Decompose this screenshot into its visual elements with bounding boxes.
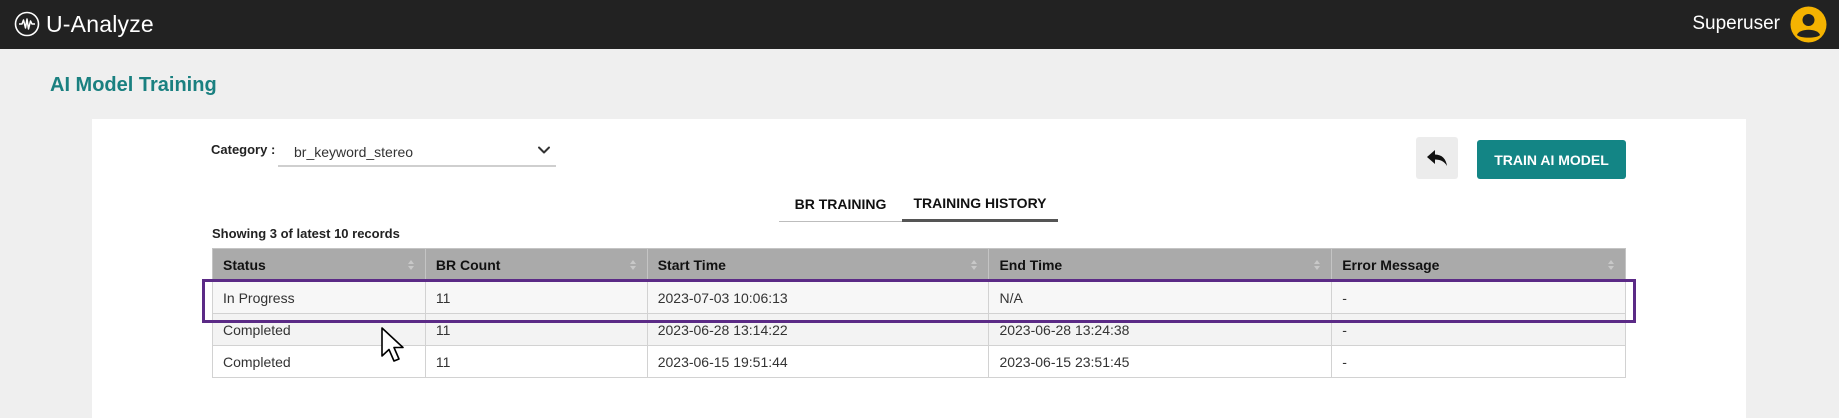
app-name: U-Analyze [46,10,154,37]
table-row[interactable]: Completed 11 2023-06-15 19:51:44 2023-06… [212,345,1626,378]
cell-start-time: 2023-06-15 19:51:44 [646,345,990,378]
mouse-pointer-icon [381,327,404,362]
train-ai-model-button[interactable]: TRAIN AI MODEL [1477,140,1626,179]
column-header-label: BR Count [435,257,501,273]
category-label: Category : [211,142,276,157]
cell-end-time: 2023-06-15 23:51:45 [988,345,1333,378]
back-button[interactable] [1416,137,1458,179]
category-select[interactable]: br_keyword_stereo [278,136,556,167]
column-header-label: Status [223,257,266,273]
cell-error-message: - [1331,345,1626,378]
user-avatar-icon[interactable] [1790,6,1827,43]
column-header-label: Error Message [1342,257,1440,273]
user-name: Superuser [1692,13,1780,34]
records-info: Showing 3 of latest 10 records [212,226,400,241]
sort-arrows-icon[interactable] [629,259,637,271]
top-bar: U-Analyze Superuser [0,0,1839,49]
sort-arrows-icon[interactable] [1313,259,1321,271]
column-header-br-count[interactable]: BR Count [424,248,648,282]
sort-arrows-icon[interactable] [1607,259,1615,271]
column-header-label: Start Time [657,257,726,273]
column-header-status[interactable]: Status [212,248,426,282]
tab-br-training[interactable]: BR TRAINING [779,186,902,222]
chevron-down-icon[interactable] [536,142,552,158]
tab-bar: BR TRAINING TRAINING HISTORY [779,186,1058,222]
waveform-circle-icon [14,11,40,37]
sort-arrows-icon[interactable] [407,259,415,271]
table-header-row: Status BR Count Start Time End Time Erro… [212,248,1626,282]
brand[interactable]: U-Analyze [14,10,154,38]
page-title: AI Model Training [50,74,217,96]
column-header-label: End Time [999,257,1063,273]
reply-arrow-icon [1427,150,1447,166]
tab-training-history[interactable]: TRAINING HISTORY [902,186,1058,222]
user-menu[interactable]: Superuser [1692,6,1827,42]
row-highlight-box [202,279,1636,323]
column-header-start-time[interactable]: Start Time [646,248,990,282]
column-header-error-message[interactable]: Error Message [1331,248,1626,282]
sort-arrows-icon[interactable] [970,259,978,271]
column-header-end-time[interactable]: End Time [988,248,1333,282]
cell-br-count: 11 [424,345,648,378]
category-value: br_keyword_stereo [294,144,414,160]
